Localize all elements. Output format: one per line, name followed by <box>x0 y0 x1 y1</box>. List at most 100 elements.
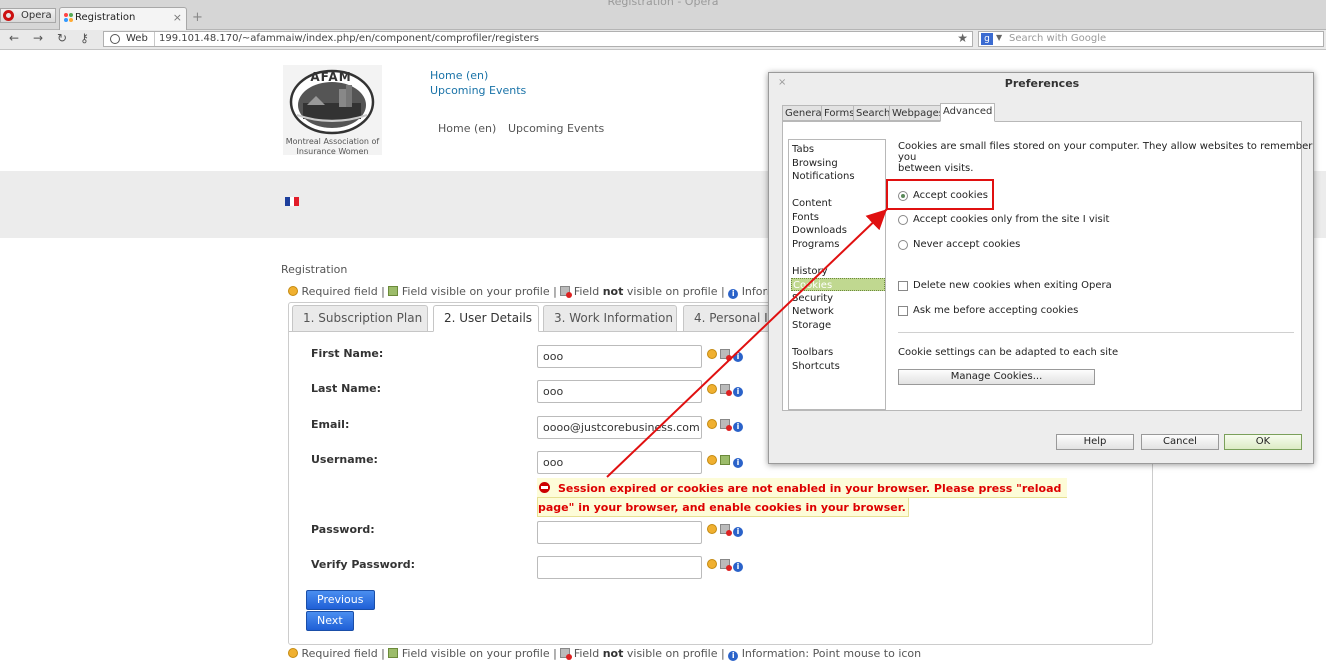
category-history[interactable]: History <box>791 265 885 278</box>
last-name-input[interactable] <box>537 380 702 403</box>
top-link-upcoming-events[interactable]: Upcoming Events <box>430 84 526 97</box>
menu-home[interactable]: Home (en) <box>438 122 496 135</box>
accept-site-cookies-radio[interactable] <box>898 215 908 225</box>
field-icons: i <box>707 523 746 537</box>
required-icon <box>707 419 717 429</box>
verify-password-input[interactable] <box>537 556 702 579</box>
username-input[interactable] <box>537 451 702 474</box>
category-tabs[interactable]: Tabs <box>791 143 885 156</box>
category-list[interactable]: Tabs Browsing Notifications Content Font… <box>788 139 886 410</box>
ask-cookies-checkbox[interactable] <box>898 306 908 316</box>
accept-cookies-radio[interactable] <box>898 191 908 201</box>
info-icon[interactable]: i <box>733 562 743 572</box>
not-visible-icon <box>720 384 732 396</box>
category-content[interactable]: Content <box>791 197 885 210</box>
manage-cookies-button[interactable]: Manage Cookies... <box>898 369 1095 385</box>
menu-upcoming-events[interactable]: Upcoming Events <box>508 122 604 135</box>
password-input[interactable] <box>537 521 702 544</box>
info-icon[interactable]: i <box>733 527 743 537</box>
info-icon[interactable]: i <box>733 422 743 432</box>
category-browsing[interactable]: Browsing <box>791 157 885 170</box>
preferences-dialog: × Preferences General Forms Search Webpa… <box>768 72 1314 464</box>
bookmark-star-icon[interactable]: ★ <box>957 31 968 45</box>
never-accept-cookies-label[interactable]: Never accept cookies <box>913 239 1020 250</box>
category-cookies[interactable]: Cookies <box>791 278 885 291</box>
accept-site-cookies-label[interactable]: Accept cookies only from the site I visi… <box>913 214 1109 225</box>
pref-tab-search[interactable]: Search <box>853 105 894 121</box>
window-title: Registration - Opera <box>607 0 719 8</box>
logo-text: AFAM <box>310 70 352 84</box>
search-input[interactable]: g ▼ Search with Google <box>978 31 1324 47</box>
category-toolbars[interactable]: Toolbars <box>791 346 885 359</box>
category-programs[interactable]: Programs <box>791 238 885 251</box>
page-title: Registration <box>281 263 348 276</box>
required-icon <box>707 559 717 569</box>
tab-user-details[interactable]: 2. User Details <box>433 305 539 332</box>
info-icon[interactable]: i <box>733 458 743 468</box>
url-input[interactable]: Web 199.101.48.170/~afammaiw/index.php/e… <box>103 31 973 47</box>
error-icon <box>539 482 550 493</box>
forward-icon[interactable]: → <box>33 31 43 45</box>
email-input[interactable] <box>537 416 702 439</box>
required-icon <box>707 524 717 534</box>
category-downloads[interactable]: Downloads <box>791 224 885 237</box>
help-button[interactable]: Help <box>1056 434 1134 450</box>
required-icon <box>288 286 298 296</box>
ok-button[interactable]: OK <box>1224 434 1302 450</box>
session-error-message: Session expired or cookies are not enabl… <box>537 478 1067 517</box>
info-icon[interactable]: i <box>733 387 743 397</box>
security-badge[interactable]: Web <box>104 32 155 46</box>
category-security[interactable]: Security <box>791 292 885 305</box>
pref-tab-advanced[interactable]: Advanced <box>940 103 996 122</box>
delete-cookies-label[interactable]: Delete new cookies when exiting Opera <box>913 280 1112 291</box>
visible-icon <box>720 455 730 465</box>
verify-password-label: Verify Password: <box>311 558 416 571</box>
category-fonts[interactable]: Fonts <box>791 211 885 224</box>
tab-close-icon[interactable]: × <box>173 11 182 24</box>
dropdown-arrow-icon[interactable]: ▼ <box>996 33 1002 42</box>
ask-cookies-label[interactable]: Ask me before accepting cookies <box>913 305 1078 316</box>
info-icon: i <box>728 289 739 299</box>
legend-bottom: Required field | Field visible on your p… <box>288 647 921 661</box>
email-label: Email: <box>311 418 350 431</box>
not-visible-icon <box>720 349 732 361</box>
previous-button[interactable]: Previous <box>306 590 375 610</box>
category-storage[interactable]: Storage <box>791 319 885 332</box>
info-icon[interactable]: i <box>733 352 743 362</box>
not-visible-icon <box>560 648 573 660</box>
delete-cookies-checkbox[interactable] <box>898 281 908 291</box>
google-icon[interactable]: g <box>981 33 993 45</box>
top-link-home[interactable]: Home (en) <box>430 69 488 82</box>
field-icons: i <box>707 454 746 468</box>
key-icon[interactable]: ⚷ <box>80 31 89 45</box>
french-flag-icon[interactable] <box>285 197 300 206</box>
reload-icon[interactable]: ↻ <box>57 31 67 45</box>
browser-tab-bar: Registration - Opera Opera Registration … <box>0 0 1326 30</box>
first-name-label: First Name: <box>311 347 384 360</box>
pref-tab-forms[interactable]: Forms <box>821 105 858 121</box>
opera-menu-button[interactable]: Opera <box>0 8 56 23</box>
required-icon <box>707 384 717 394</box>
info-icon: i <box>728 651 739 661</box>
pref-tab-webpages[interactable]: Webpages <box>889 105 947 121</box>
not-visible-icon <box>720 559 732 571</box>
tab-personal-info[interactable]: 4. Personal Info <box>683 305 773 332</box>
next-button[interactable]: Next <box>306 611 354 631</box>
category-shortcuts[interactable]: Shortcuts <box>791 360 885 373</box>
url-text: 199.101.48.170/~afammaiw/index.php/en/co… <box>159 33 539 44</box>
back-icon[interactable]: ← <box>9 31 19 45</box>
tab-subscription-plan[interactable]: 1. Subscription Plan <box>292 305 428 332</box>
browser-tab-registration[interactable]: Registration × <box>59 7 187 30</box>
tab-work-information[interactable]: 3. Work Information <box>543 305 677 332</box>
required-icon <box>707 455 717 465</box>
category-network[interactable]: Network <box>791 305 885 318</box>
address-bar: ← → ↻ ⚷ Web 199.101.48.170/~afammaiw/ind… <box>0 30 1326 50</box>
accept-cookies-label[interactable]: Accept cookies <box>913 190 988 201</box>
cancel-button[interactable]: Cancel <box>1141 434 1219 450</box>
legend-top: Required field | Field visible on your p… <box>288 285 836 299</box>
never-accept-cookies-radio[interactable] <box>898 240 908 250</box>
first-name-input[interactable] <box>537 345 702 368</box>
field-icons: i <box>707 418 746 432</box>
new-tab-icon[interactable]: + <box>192 10 203 25</box>
category-notifications[interactable]: Notifications <box>791 170 885 183</box>
